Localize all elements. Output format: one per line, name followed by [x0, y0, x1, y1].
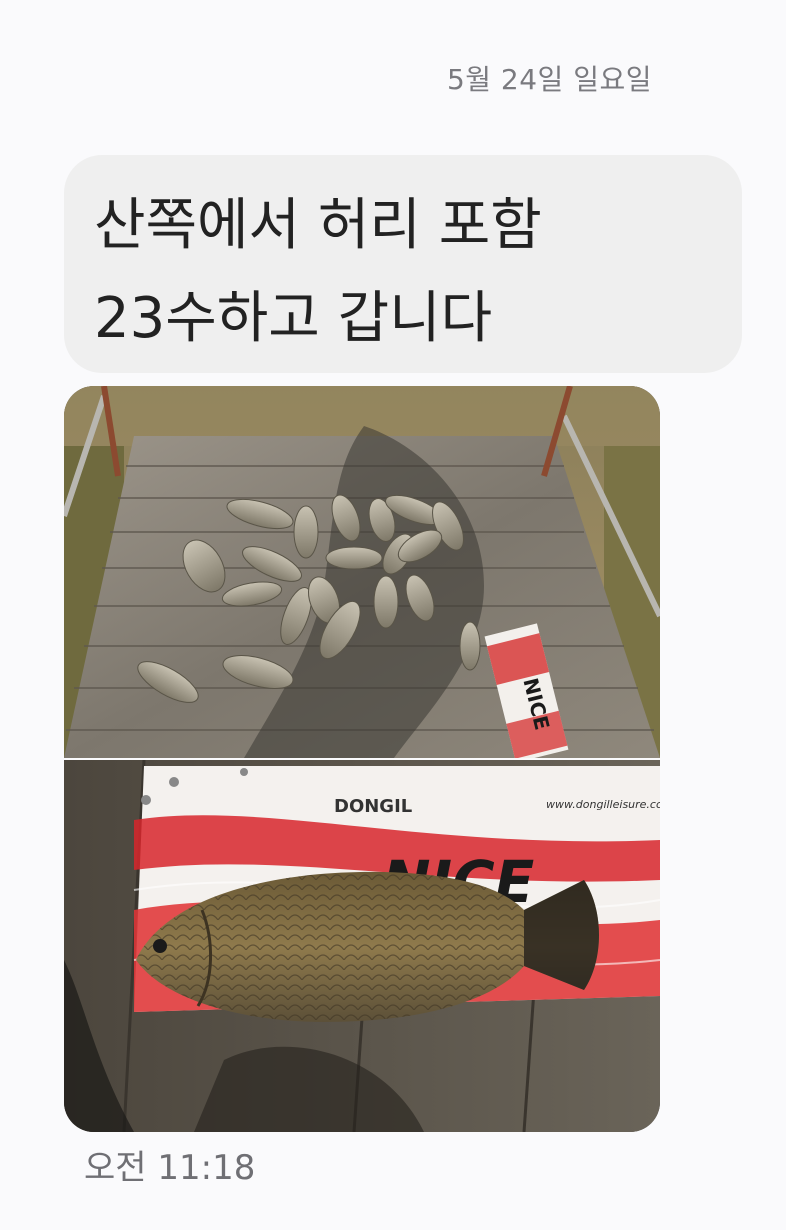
photo-attachment[interactable]: NICE DONGIL www.dongilleisure.c — [64, 386, 660, 1132]
message-timestamp: 오전 11:18 — [84, 1148, 256, 1188]
closeup-ruler-logo: DONGIL — [334, 796, 412, 817]
message-bubble[interactable]: 산쪽에서 허리 포함 23수하고 갑니다 — [64, 155, 742, 373]
catch-closeup-photo[interactable]: DONGIL www.dongilleisure.com NICE — [64, 760, 660, 1132]
catch-overview-photo[interactable]: NICE — [64, 386, 660, 758]
date-header: 5월 24일 일요일 — [446, 63, 652, 96]
closeup-ruler-url: www.dongilleisure.com — [546, 798, 660, 811]
message-text: 산쪽에서 허리 포함 23수하고 갑니다 — [94, 193, 542, 351]
